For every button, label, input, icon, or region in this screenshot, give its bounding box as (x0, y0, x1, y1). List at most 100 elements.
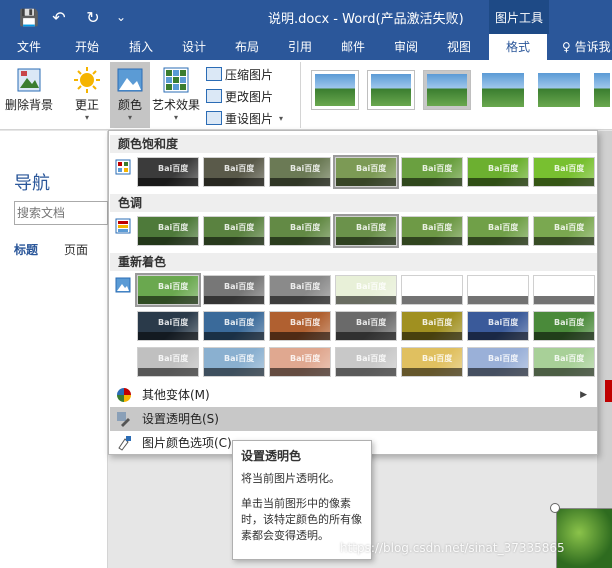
color-swatch[interactable]: Bai百度 (401, 275, 463, 305)
color-swatch[interactable]: Bai百度 (335, 311, 397, 341)
swatch-watermark: Bai百度 (224, 318, 255, 327)
tooltip-body: 将当前图片透明化。 (241, 472, 340, 485)
tab-view[interactable]: 视图 (430, 34, 488, 60)
redo-icon[interactable]: ↻ (82, 6, 104, 28)
reset-picture-label: 重设图片 (225, 111, 274, 126)
color-swatch[interactable]: Bai百度 (137, 216, 199, 246)
tab-insert[interactable]: 插入 (112, 34, 170, 60)
color-dropdown-icon: ▾ (127, 113, 132, 122)
color-swatch[interactable]: Bai百度 (467, 311, 529, 341)
color-swatch[interactable]: Bai百度 (401, 311, 463, 341)
reset-dropdown-icon: ▾ (279, 113, 284, 123)
tab-file[interactable]: 文件 (0, 34, 58, 60)
color-swatch[interactable]: Bai百度 (533, 275, 595, 305)
ribbon-tab-bar: 文件 开始 插入 设计 布局 引用 邮件 审阅 视图 格式 ♀ 告诉我 (0, 34, 612, 60)
swatch-watermark: Bai百度 (158, 223, 189, 232)
reset-picture-icon (206, 111, 222, 125)
save-icon[interactable]: 💾 (18, 6, 40, 28)
more-variations-label: 其他变体(M) (142, 388, 210, 402)
set-transparent-color-item[interactable]: 设置透明色(S) (110, 407, 597, 431)
picture-style-thumb[interactable] (535, 70, 583, 110)
tab-layout[interactable]: 布局 (218, 34, 276, 60)
color-swatch[interactable]: Bai百度 (203, 275, 265, 305)
title-bar: 💾 ↶ ↻ ⌄ 说明.docx - Word(产品激活失败) 图片工具 (0, 0, 612, 34)
picture-style-thumb[interactable] (479, 70, 527, 110)
color-swatch[interactable]: Bai百度 (269, 347, 331, 377)
tone-grid: Bai百度 Bai百度 Bai百度 Bai百度 Bai百度 Bai百度 Bai百度 (137, 214, 597, 248)
more-variations-item[interactable]: 其他变体(M) ▶ (110, 383, 597, 407)
document-picture[interactable] (556, 508, 612, 568)
tone-header: 色调 (110, 194, 597, 212)
picture-style-thumb[interactable] (423, 70, 471, 110)
color-swatch[interactable]: Bai百度 (269, 275, 331, 305)
color-swatch[interactable]: Bai百度 (137, 311, 199, 341)
tab-format[interactable]: 格式 (489, 34, 547, 60)
nav-tab-headings[interactable]: 标题 (14, 241, 38, 258)
color-swatch[interactable]: Bai百度 (533, 347, 595, 377)
color-swatch[interactable]: Bai百度 (401, 216, 463, 246)
tooltip-title: 设置透明色 (241, 449, 302, 463)
color-swatch[interactable]: Bai百度 (137, 157, 199, 187)
swatch-watermark: Bai百度 (554, 318, 585, 327)
color-swatch[interactable]: Bai百度 (533, 216, 595, 246)
remove-background-button[interactable]: 删除背景 (2, 62, 56, 128)
color-swatch[interactable]: Bai百度 (269, 311, 331, 341)
color-swatch[interactable]: Bai百度 (335, 275, 397, 305)
color-swatch[interactable]: Bai百度 (135, 273, 201, 307)
color-swatch[interactable]: Bai百度 (467, 275, 529, 305)
swatch-watermark: Bai百度 (290, 354, 321, 363)
color-swatch[interactable]: Bai百度 (401, 157, 463, 187)
color-swatch[interactable]: Bai百度 (203, 311, 265, 341)
change-picture-icon (206, 89, 222, 103)
swatch-watermark: Bai百度 (224, 164, 255, 173)
color-swatch[interactable]: Bai百度 (401, 347, 463, 377)
color-dropdown-menu: 颜色饱和度 Bai百度 Bai百度 Bai百度 Bai百度 Bai百度 Bai百度 Bai百… (108, 130, 598, 455)
remove-background-label: 删除背景 (4, 98, 53, 112)
reset-picture-button[interactable]: 重设图片 ▾ (206, 108, 283, 128)
color-button[interactable]: 颜色 ▾ (110, 62, 150, 128)
customize-icon[interactable]: ⌄ (110, 6, 132, 28)
swatch-watermark: Bai百度 (422, 223, 453, 232)
compress-pictures-button[interactable]: 压缩图片 (206, 64, 273, 84)
color-swatch[interactable]: Bai百度 (533, 311, 595, 341)
change-picture-button[interactable]: 更改图片 (206, 86, 273, 106)
color-swatch[interactable]: Bai百度 (333, 155, 399, 189)
swatch-band (534, 368, 594, 376)
color-swatch[interactable]: Bai百度 (137, 347, 199, 377)
color-swatch[interactable]: Bai百度 (203, 347, 265, 377)
color-swatch[interactable]: Bai百度 (467, 347, 529, 377)
tab-references[interactable]: 引用 (271, 34, 329, 60)
undo-icon[interactable]: ↶ (48, 6, 70, 28)
swatch-watermark: Bai百度 (488, 318, 519, 327)
set-transparent-color-label: 设置透明色(S) (142, 412, 219, 426)
color-swatch[interactable]: Bai百度 (335, 347, 397, 377)
color-swatch[interactable]: Bai百度 (467, 216, 529, 246)
color-swatch[interactable]: Bai百度 (533, 157, 595, 187)
color-swatch[interactable]: Bai百度 (203, 216, 265, 246)
swatch-band (336, 368, 396, 376)
color-swatch[interactable]: Bai百度 (269, 157, 331, 187)
color-swatch[interactable]: Bai百度 (333, 214, 399, 248)
picture-style-thumb[interactable] (591, 70, 612, 110)
swatch-band (534, 332, 594, 340)
tab-mailings[interactable]: 邮件 (324, 34, 382, 60)
tab-home[interactable]: 开始 (58, 34, 116, 60)
color-swatch[interactable]: Bai百度 (203, 157, 265, 187)
picture-style-thumb[interactable] (367, 70, 415, 110)
color-swatch[interactable]: Bai百度 (269, 216, 331, 246)
swatch-band (402, 237, 462, 245)
corrections-button[interactable]: 更正 ▾ (66, 62, 108, 128)
tab-review[interactable]: 审阅 (377, 34, 435, 60)
rotate-handle[interactable] (550, 503, 560, 513)
color-swatch[interactable]: Bai百度 (467, 157, 529, 187)
tell-me-search[interactable]: ♀ 告诉我 (562, 34, 611, 60)
picture-style-thumb[interactable] (311, 70, 359, 110)
swatch-watermark: Bai百度 (158, 282, 189, 291)
artistic-effects-button[interactable]: 艺术效果 ▾ (152, 62, 200, 128)
nav-search-input[interactable] (14, 201, 108, 225)
document-area[interactable] (597, 131, 612, 568)
tab-design[interactable]: 设计 (165, 34, 223, 60)
swatch-watermark: Bai百度 (290, 318, 321, 327)
swatch-watermark: Bai百度 (356, 354, 387, 363)
nav-tab-pages[interactable]: 页面 (64, 241, 88, 258)
